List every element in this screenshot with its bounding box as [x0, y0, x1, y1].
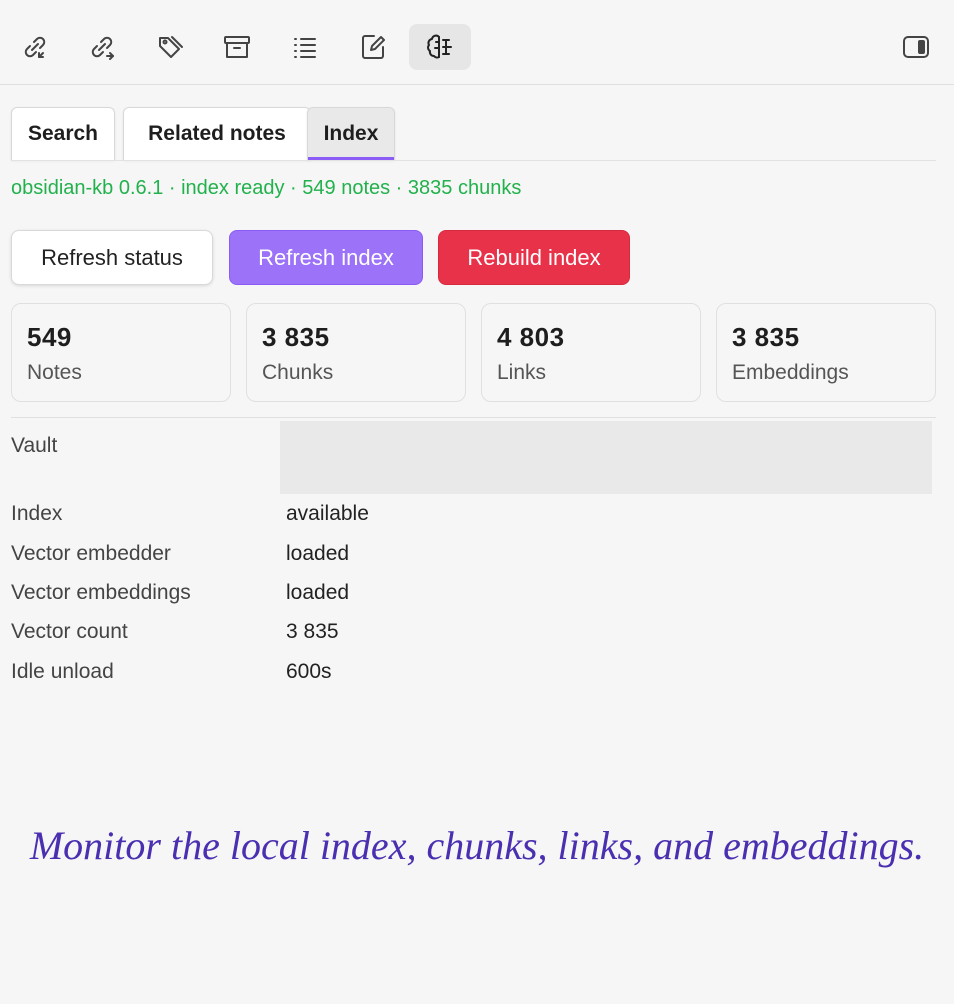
stat-label: Links: [497, 361, 547, 384]
detail-value-index: available: [286, 502, 369, 525]
stat-value: 549: [27, 322, 72, 352]
section-divider: [11, 417, 936, 418]
detail-label-vector-embedder: Vector embedder: [11, 542, 171, 565]
detail-value-vector-embedder: loaded: [286, 542, 350, 565]
stat-label: Chunks: [262, 361, 334, 384]
toolbar: [0, 0, 954, 85]
caption-text: Monitor the local index, chunks, links, …: [29, 823, 925, 868]
stat-card-notes: 549 Notes: [11, 303, 231, 402]
stat-value: 4 803: [497, 322, 565, 352]
backlinks-icon[interactable]: [11, 24, 59, 70]
outgoing-links-icon[interactable]: [78, 24, 126, 70]
detail-value-vector-embeddings: loaded: [286, 581, 350, 604]
stat-label: Embeddings: [732, 361, 849, 384]
detail-label-idle-unload: Idle unload: [11, 660, 114, 683]
stat-card-links: 4 803 Links: [481, 303, 701, 402]
tab-search[interactable]: Search: [11, 107, 115, 160]
index-status-text: obsidian-kb 0.6.1 · index ready · 549 no…: [11, 177, 522, 199]
rebuild-index-button[interactable]: Rebuild index: [438, 230, 630, 285]
tab-related-notes[interactable]: Related notes: [123, 107, 311, 160]
refresh-status-button[interactable]: Refresh status: [11, 230, 213, 285]
detail-value-vector-count: 3 835: [286, 620, 339, 643]
brain-icon[interactable]: [409, 24, 471, 70]
detail-label-vector-embeddings: Vector embeddings: [11, 581, 191, 604]
stat-label: Notes: [27, 361, 82, 384]
refresh-index-button[interactable]: Refresh index: [229, 230, 423, 285]
vault-label: Vault: [11, 434, 58, 457]
stat-value: 3 835: [262, 322, 330, 352]
edit-note-icon[interactable]: [349, 24, 397, 70]
detail-value-idle-unload: 600s: [286, 660, 332, 683]
tab-divider: [11, 160, 936, 161]
stat-value: 3 835: [732, 322, 800, 352]
tab-label: Related notes: [148, 122, 286, 145]
detail-label-index: Index: [11, 502, 63, 525]
stat-card-chunks: 3 835 Chunks: [246, 303, 466, 402]
tab-index[interactable]: Index: [307, 107, 395, 160]
outline-icon[interactable]: [281, 24, 329, 70]
detail-label-vector-count: Vector count: [11, 620, 128, 643]
archive-icon[interactable]: [213, 24, 261, 70]
sidebar-toggle-icon[interactable]: [892, 24, 940, 70]
vault-path-value: [280, 421, 932, 494]
tab-label: Index: [323, 122, 379, 145]
stat-card-embeddings: 3 835 Embeddings: [716, 303, 936, 402]
tags-icon[interactable]: [146, 24, 194, 70]
tab-label: Search: [27, 122, 99, 145]
tab-bar: Search Related notes Index: [11, 107, 936, 161]
